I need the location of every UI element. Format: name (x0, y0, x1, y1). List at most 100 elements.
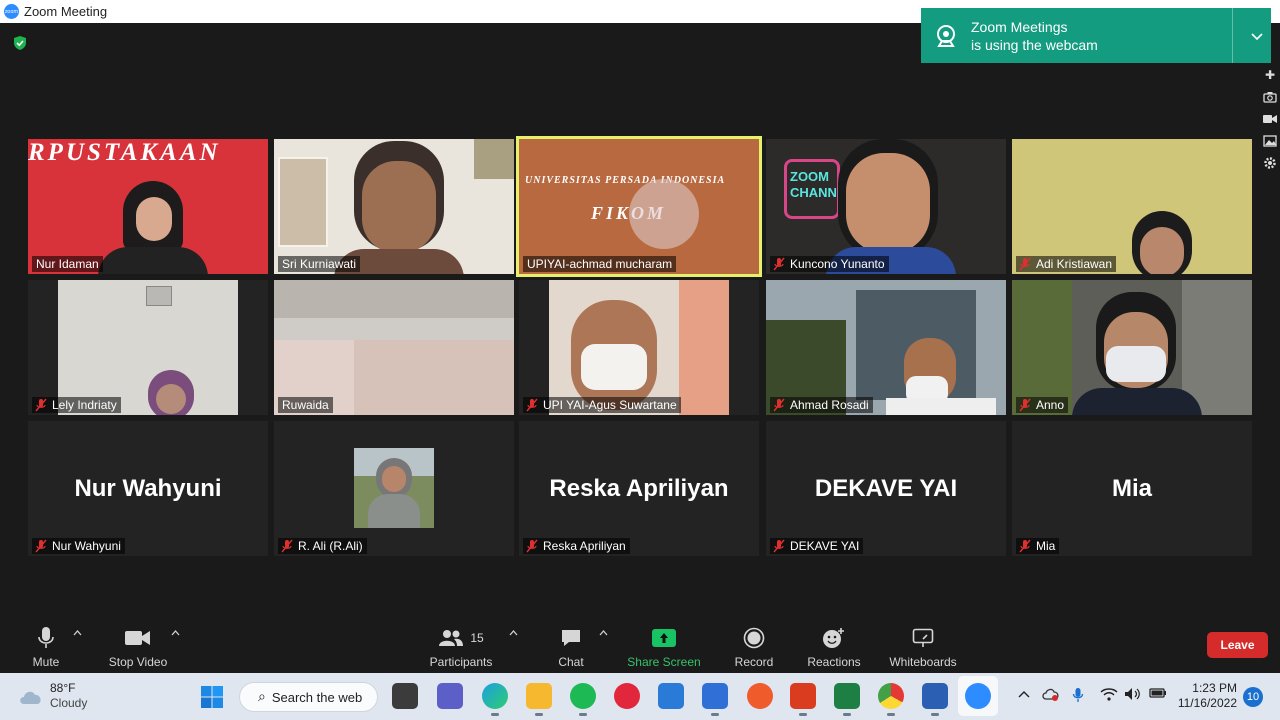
zoom-logo-icon: zoom (4, 4, 19, 19)
notification-count-badge[interactable]: 10 (1243, 687, 1263, 707)
gallery-icon[interactable] (1262, 133, 1278, 149)
whiteboards-button[interactable]: Whiteboards (884, 620, 962, 673)
muted-mic-icon (35, 539, 47, 553)
system-clock[interactable]: 1:23 PM 11/16/2022 (1175, 681, 1237, 711)
cloud-sync-icon[interactable] (1042, 687, 1060, 705)
microphone-tray-icon[interactable] (1072, 687, 1084, 707)
stop-video-button[interactable]: Stop Video (102, 620, 174, 673)
opera-browser-icon[interactable] (614, 683, 640, 709)
battery-icon[interactable] (1149, 687, 1167, 703)
webcam-icon (937, 24, 955, 47)
profile-picture (354, 448, 434, 528)
spotify-icon[interactable] (570, 683, 596, 716)
chat-bubble-icon (560, 624, 582, 652)
video-tile-achmad-mucharam-active-speaker[interactable]: UNIVERSITAS PERSADA INDONESIA FIKOM UPIY… (516, 136, 762, 277)
participants-options-caret-icon[interactable] (509, 628, 518, 639)
file-explorer-icon[interactable] (526, 683, 552, 716)
video-tile-anno[interactable]: Anno (1012, 280, 1252, 415)
settings-gear-icon[interactable] (1262, 155, 1278, 171)
participant-name: Lely Indriaty (32, 397, 121, 413)
participant-display-name: Mia (1111, 474, 1152, 502)
pin-icon[interactable]: ✚ (1262, 67, 1278, 83)
camera-snapshot-icon[interactable] (1262, 89, 1278, 105)
video-tile-r-ali[interactable]: R. Ali (R.Ali) (274, 421, 514, 556)
video-tile-mia[interactable]: Mia Mia (1012, 421, 1252, 556)
video-options-caret-icon[interactable] (171, 628, 180, 639)
participants-count: 15 (470, 631, 484, 645)
leave-button[interactable]: Leave (1207, 632, 1268, 658)
notification-title: Zoom Meetings (971, 18, 1068, 35)
participant-name: UPI YAI-Agus Suwartane (523, 397, 681, 413)
meeting-area: ✚ RPUSTAKAAN Nur Idaman Sri Kurniawati U… (0, 23, 1280, 673)
taskbar-search-box[interactable]: ⌕ Search the web (239, 682, 378, 712)
record-button[interactable]: Record (730, 620, 778, 673)
share-screen-icon (652, 624, 676, 652)
video-tile-dekave-yai[interactable]: DEKAVE YAI DEKAVE YAI (766, 421, 1006, 556)
start-windows-icon[interactable] (200, 685, 224, 714)
background-sign: RPUSTAKAAN (28, 139, 221, 166)
side-tools: ✚ (1260, 67, 1280, 171)
video-tile-agus-suwartane[interactable]: UPI YAI-Agus Suwartane (519, 280, 759, 415)
word-icon[interactable] (922, 683, 948, 716)
encryption-shield-icon[interactable] (12, 35, 28, 51)
task-view-icon[interactable] (392, 683, 418, 709)
webcam-notification[interactable]: Zoom Meetings is using the webcam (921, 8, 1271, 63)
edge-browser-icon[interactable] (482, 683, 508, 716)
participant-name: Kuncono Yunanto (770, 256, 889, 272)
video-tile-adi-kristiawan[interactable]: Adi Kristiawan (1012, 139, 1252, 274)
reactions-button[interactable]: Reactions (804, 620, 864, 673)
muted-mic-icon (35, 398, 47, 412)
show-hidden-icons-chevron-icon[interactable] (1018, 687, 1030, 702)
record-icon (743, 624, 765, 652)
video-icon[interactable] (1262, 111, 1278, 127)
teams-chat-icon[interactable] (437, 683, 463, 709)
emoji-plus-icon (822, 624, 846, 652)
participant-name: UPIYAI-achmad mucharam (523, 256, 677, 272)
search-icon: ⌕ (258, 689, 266, 705)
microphone-icon (37, 624, 55, 652)
muted-mic-icon (526, 398, 538, 412)
participant-name: Ahmad Rosadi (770, 397, 873, 413)
excel-icon[interactable] (834, 683, 860, 716)
participant-name: Ruwaida (278, 397, 333, 413)
weather-widget[interactable]: 88°F Cloudy (18, 681, 87, 711)
participant-display-name: DEKAVE YAI (814, 474, 958, 502)
muted-mic-icon (773, 539, 785, 553)
video-tile-ruwaida[interactable]: Ruwaida (274, 280, 514, 415)
share-screen-button[interactable]: Share Screen (624, 620, 704, 673)
maps-pin-icon[interactable] (747, 683, 773, 709)
video-tile-kuncono-yunanto[interactable]: ZOOM CHANNEL Kuncono Yunanto (766, 139, 1006, 274)
video-tile-ahmad-rosadi[interactable]: Ahmad Rosadi (766, 280, 1006, 415)
participant-display-name: Nur Wahyuni (74, 474, 222, 502)
participants-button[interactable]: 15 Participants (424, 620, 498, 673)
video-tile-reska-apriliyan[interactable]: Reska Apriliyan Reska Apriliyan (519, 421, 759, 556)
video-tile-lely-indriaty[interactable]: Lely Indriaty (28, 280, 268, 415)
video-tile-nur-idaman[interactable]: RPUSTAKAAN Nur Idaman (28, 139, 268, 274)
video-tile-nur-wahyuni[interactable]: Nur Wahyuni Nur Wahyuni (28, 421, 268, 556)
whiteboard-icon (912, 624, 934, 652)
volume-icon[interactable] (1124, 687, 1142, 705)
muted-mic-icon (281, 539, 293, 553)
mail-icon[interactable] (658, 683, 684, 709)
background-sign: ZOOM CHANNEL (790, 169, 854, 200)
video-tile-sri-kurniawati[interactable]: Sri Kurniawati (274, 139, 514, 274)
wifi-icon[interactable] (1100, 687, 1118, 705)
office-icon[interactable] (790, 683, 816, 716)
chat-options-caret-icon[interactable] (599, 628, 608, 639)
participant-name: Reska Apriliyan (523, 538, 630, 554)
muted-mic-icon (1019, 539, 1031, 553)
chrome-browser-icon[interactable] (878, 683, 904, 716)
mute-options-caret-icon[interactable] (73, 628, 82, 639)
clock-time: 1:23 PM (1192, 681, 1237, 695)
zoom-taskbar-icon[interactable] (958, 676, 998, 716)
chevron-down-icon[interactable] (1251, 30, 1263, 44)
mute-button[interactable]: Mute (20, 620, 72, 673)
notification-body: is using the webcam (971, 36, 1098, 53)
clock-date: 11/16/2022 (1177, 696, 1237, 710)
cloudy-weather-icon (20, 691, 41, 704)
muted-mic-icon (773, 257, 785, 271)
participant-display-name: Reska Apriliyan (549, 474, 729, 502)
windows-security-icon[interactable] (702, 683, 728, 716)
muted-mic-icon (526, 539, 538, 553)
chat-button[interactable]: Chat (550, 620, 592, 673)
